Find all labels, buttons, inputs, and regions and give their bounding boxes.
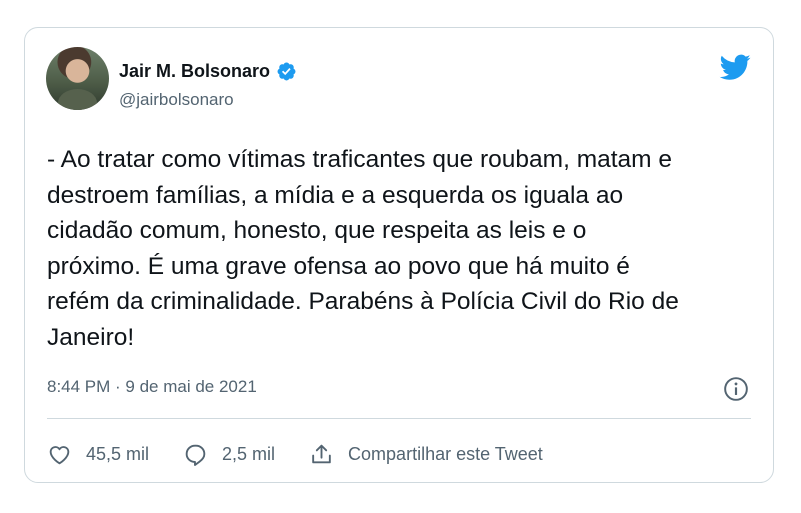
like-button[interactable]: 45,5 mil xyxy=(47,442,149,467)
share-label: Compartilhar este Tweet xyxy=(348,443,543,464)
tweet-actions: 45,5 mil 2,5 mil Compartilhar este Tweet xyxy=(47,439,577,469)
avatar[interactable] xyxy=(46,47,109,110)
tweet-text: - Ao tratar como vítimas traficantes que… xyxy=(47,146,679,351)
heart-icon xyxy=(49,445,70,464)
reply-button[interactable]: 2,5 mil xyxy=(183,442,275,467)
twitter-bird-icon[interactable] xyxy=(719,51,751,83)
tweet-card[interactable]: Jair M. Bolsonaro @jairbolsonaro - Ao tr… xyxy=(24,27,774,483)
share-button[interactable]: Compartilhar este Tweet xyxy=(309,442,543,467)
author-name-row: Jair M. Bolsonaro xyxy=(119,58,297,84)
reply-bubble-icon xyxy=(185,444,206,466)
tweet-timestamp[interactable]: 8:44 PM · 9 de mai de 2021 xyxy=(47,377,257,397)
verified-badge-icon xyxy=(277,62,296,80)
like-count: 45,5 mil xyxy=(86,443,150,464)
info-icon[interactable] xyxy=(723,376,749,402)
share-icon xyxy=(312,444,331,463)
divider xyxy=(47,418,751,419)
author-name[interactable]: Jair M. Bolsonaro xyxy=(119,61,270,82)
author-handle[interactable]: @jairbolsonaro xyxy=(119,90,234,110)
reply-count: 2,5 mil xyxy=(222,443,276,464)
